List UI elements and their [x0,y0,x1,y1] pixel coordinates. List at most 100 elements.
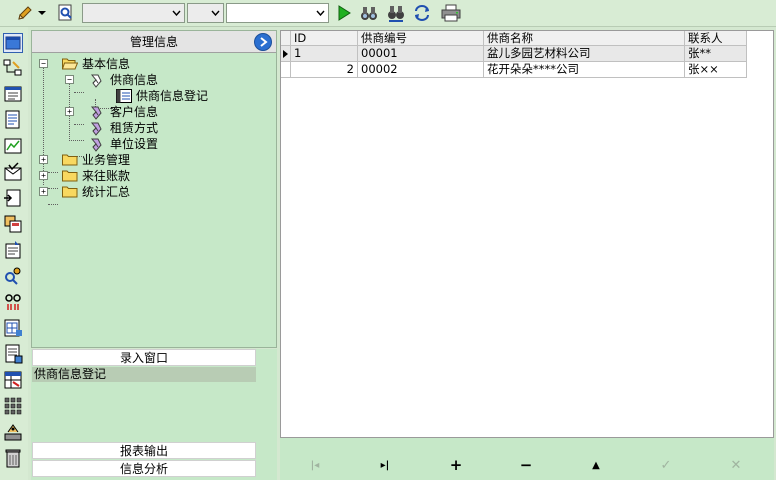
collapse-toggle[interactable]: − [39,59,48,68]
tree-node-label: 单位设置 [110,136,159,151]
chevron-down-icon [312,4,328,22]
delete-record-button[interactable]: − [516,456,536,474]
current-row-icon [283,49,288,58]
tree-node-customer-info[interactable]: 客户信息 [88,103,159,120]
ribbon-purple-icon [88,105,106,120]
folder-icon [62,169,78,182]
grid-indicator-header [281,31,291,46]
supplier-grid: ID 供商编号 供商名称 联系人 1 00001 盆儿多园艺材料公司 张** 2… [280,30,774,438]
play-icon[interactable] [333,2,355,24]
column-header-id[interactable]: ID [291,31,358,46]
cell-id[interactable]: 2 [291,62,358,78]
tree-node-label: 来往账款 [82,168,131,183]
document-icon[interactable] [3,110,23,130]
cell-id[interactable]: 1 [291,46,358,62]
tree-node-label: 基本信息 [82,56,131,71]
network-icon[interactable] [3,58,23,78]
mail-check-icon[interactable] [3,162,23,182]
column-header-supplier-name[interactable]: 供商名称 [484,31,685,46]
column-header-supplier-code[interactable]: 供商编号 [358,31,484,46]
settings-doc-icon[interactable] [3,240,23,260]
add-record-button[interactable]: + [446,456,466,474]
binoculars-icon[interactable] [358,2,380,24]
tree-node-label: 客户信息 [110,104,159,119]
tree-node-label: 业务管理 [82,152,131,167]
tree-node-supplier-info[interactable]: 供商信息 [88,71,159,88]
category-select[interactable] [82,3,185,23]
cancel-record-button[interactable]: ✕ [726,458,746,473]
refresh-icon[interactable] [411,2,433,24]
entry-window-header[interactable]: 录入窗口 [32,349,256,366]
chart-icon[interactable] [3,136,23,156]
report-icon[interactable] [3,344,23,364]
entry-list-item[interactable]: 供商信息登记 [32,367,256,382]
folder-icon [62,185,78,198]
report-output-header[interactable]: 报表输出 [32,442,256,459]
tree-node-label: 供商信息 [110,72,159,87]
ribbon-purple-icon [88,137,106,152]
ribbon-icon [88,73,106,88]
expand-toggle[interactable]: + [39,155,48,164]
folder-icon [62,153,78,166]
last-record-button[interactable]: ▸| [375,458,395,472]
cell-supplier-code[interactable]: 00001 [358,46,484,62]
tree-node-supplier-registration[interactable]: 供商信息登记 [116,87,208,103]
apps-grid-icon[interactable] [3,396,23,416]
column-header-contact[interactable]: 联系人 [685,31,747,46]
users-search-icon[interactable] [3,266,23,286]
operator-select[interactable] [187,3,224,23]
value-select[interactable] [226,3,329,23]
print-icon[interactable] [440,2,462,24]
cell-contact[interactable]: 张** [685,46,747,62]
management-tree-panel: 管理信息 − 基本信息 − 供商信息 供商信息登记 + 客户信息 租赁方式 单位… [31,30,277,348]
collapse-panel-icon[interactable] [254,33,272,51]
chevron-down-icon [168,4,184,22]
tree-node-label: 租赁方式 [110,120,159,135]
pencil-icon[interactable] [14,2,36,24]
expand-toggle[interactable]: + [65,107,74,116]
tree-node-unit-settings[interactable]: 单位设置 [88,135,159,152]
row-indicator[interactable] [281,46,291,62]
chevron-down-icon [207,4,223,22]
collapse-toggle[interactable]: − [65,75,74,84]
tree-node-business[interactable]: 业务管理 [62,151,130,167]
expand-toggle[interactable]: + [39,187,48,196]
toolbar [0,0,776,27]
cell-contact[interactable]: 张×× [685,62,747,78]
layout-icon[interactable] [3,214,23,234]
post-record-button[interactable]: ✓ [656,458,676,473]
trash-icon[interactable] [3,448,23,468]
panel-title: 管理信息 [129,35,178,49]
expand-toggle[interactable]: + [39,171,48,180]
cell-supplier-code[interactable]: 00002 [358,62,484,78]
form-icon [116,89,132,103]
row-indicator[interactable] [281,62,291,78]
edit-record-button[interactable]: ▲ [586,458,606,472]
lower-left-panel: 录入窗口 供商信息登记 报表输出 信息分析 [31,349,277,480]
panel-header: 管理信息 [32,31,276,53]
ribbon-purple-icon [88,121,106,136]
tools-icon[interactable] [3,422,23,442]
cell-supplier-name[interactable]: 盆儿多园艺材料公司 [484,46,685,62]
grid-edit-icon[interactable] [3,370,23,390]
first-record-button[interactable]: |◂ [305,458,325,472]
export-icon[interactable] [3,188,23,208]
tree-node-label: 统计汇总 [82,184,131,199]
record-navigator: |◂ ▸| + − ▲ ✓ ✕ [280,438,774,480]
folder-open-icon [61,57,79,70]
info-analysis-header[interactable]: 信息分析 [32,460,256,477]
search-doc-icon[interactable] [55,2,77,24]
tree-node-label: 供商信息登记 [136,88,209,103]
dropdown-arrow-icon[interactable] [36,2,48,24]
link-icon[interactable] [3,292,23,312]
cell-supplier-name[interactable]: 花开朵朵****公司 [484,62,685,78]
tree-node-basic-info[interactable]: 基本信息 [61,55,131,71]
left-icon-bar [0,27,28,480]
window-icon[interactable] [3,33,23,53]
tree-node-lease-mode[interactable]: 租赁方式 [88,119,159,136]
table-doc-icon[interactable] [3,318,23,338]
tree-node-statistics[interactable]: 统计汇总 [62,183,130,199]
form-icon[interactable] [3,84,23,104]
find-next-icon[interactable] [385,2,407,24]
tree-node-accounts[interactable]: 来往账款 [62,167,130,183]
